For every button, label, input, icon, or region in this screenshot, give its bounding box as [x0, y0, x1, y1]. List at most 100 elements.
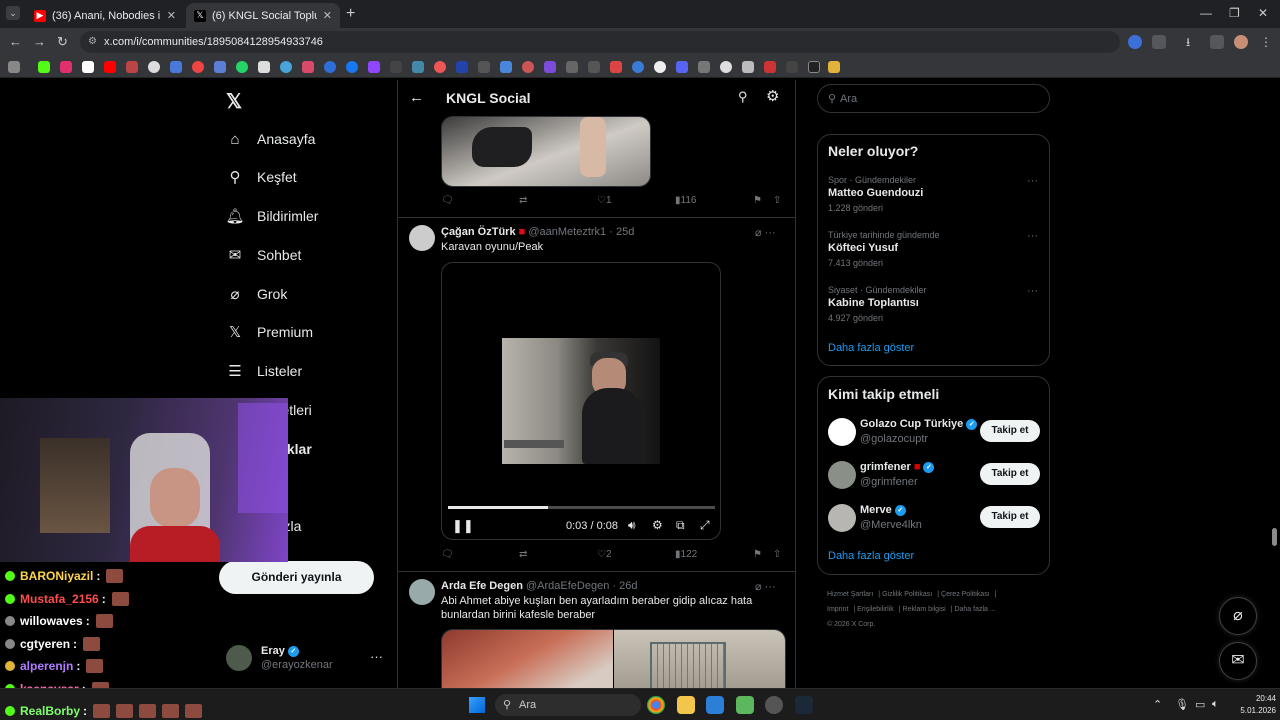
- show-more-link[interactable]: Daha fazla göster: [828, 550, 914, 562]
- author-handle[interactable]: @aanMeteztrk1: [528, 226, 606, 238]
- bookmark-icon[interactable]: [412, 61, 424, 73]
- bookmark-icon[interactable]: [258, 61, 270, 73]
- nav-explore[interactable]: ⚲ Keşfet: [226, 162, 297, 192]
- bookmark-icon[interactable]: [236, 61, 248, 73]
- fullscreen-icon[interactable]: ⤢: [700, 518, 710, 533]
- close-icon[interactable]: ✕: [323, 9, 332, 22]
- bookmark-icon[interactable]: [192, 61, 204, 73]
- media-control-icon[interactable]: [1210, 35, 1224, 49]
- bookmark-icon[interactable]: [104, 61, 116, 73]
- bookmark-icon[interactable]: [38, 61, 50, 73]
- bookmark-icon[interactable]: [786, 61, 798, 73]
- like-button[interactable]: ♡ 1: [597, 195, 612, 206]
- bookmark-icon[interactable]: [654, 61, 666, 73]
- post-image[interactable]: [441, 116, 651, 187]
- bookmark-icon[interactable]: [170, 61, 182, 73]
- address-bar[interactable]: ⚙ x.com/i/communities/189508412895493374…: [80, 31, 1120, 53]
- bookmark-icon[interactable]: [698, 61, 710, 73]
- views-button[interactable]: ▮ 122: [675, 549, 697, 560]
- follow-button[interactable]: Takip et: [980, 463, 1040, 485]
- taskbar-search[interactable]: ⚲ Ara: [495, 694, 641, 716]
- trend-name[interactable]: Matteo Guendouzi: [828, 187, 923, 199]
- minimize-icon[interactable]: —: [1200, 6, 1212, 20]
- bookmark-icon[interactable]: [522, 61, 534, 73]
- back-icon[interactable]: ←: [9, 34, 22, 49]
- post-age[interactable]: 25d: [616, 226, 634, 238]
- grok-fab-button[interactable]: ⌀: [1219, 597, 1257, 635]
- retweet-icon[interactable]: ⇄: [519, 549, 527, 560]
- window-close-icon[interactable]: ✕: [1258, 6, 1268, 20]
- search-input[interactable]: ⚲ Ara: [817, 84, 1050, 113]
- settings-icon[interactable]: ⚙: [652, 518, 663, 532]
- bookmark-icon[interactable]: [676, 61, 688, 73]
- views-button[interactable]: ▮ 116: [675, 195, 696, 206]
- speaker-icon[interactable]: 🔈︎: [1212, 698, 1219, 711]
- bookmark-icon[interactable]: [544, 61, 556, 73]
- bookmark-icon[interactable]: [390, 61, 402, 73]
- more-icon[interactable]: ···: [1027, 175, 1038, 187]
- windows-start-icon[interactable]: [469, 697, 485, 713]
- scrollbar[interactable]: [1272, 528, 1277, 546]
- bookmark-icon[interactable]: [588, 61, 600, 73]
- file-explorer-icon[interactable]: [677, 696, 695, 714]
- nav-lists[interactable]: ☰ Listeler: [226, 356, 302, 386]
- bookmark-icon[interactable]: ⚑: [753, 549, 762, 560]
- footer-link[interactable]: Reklam bilgisi: [903, 606, 946, 613]
- extensions-icon[interactable]: [1152, 35, 1166, 49]
- reload-icon[interactable]: ↻: [57, 34, 68, 50]
- gear-icon[interactable]: ⚙: [766, 87, 779, 105]
- footer-link[interactable]: Hizmet Şartları: [827, 591, 873, 598]
- bookmark-icon[interactable]: [280, 61, 292, 73]
- bookmark-icon[interactable]: [324, 61, 336, 73]
- bookmark-icon[interactable]: [742, 61, 754, 73]
- trend-name[interactable]: Köfteci Yusuf: [828, 242, 898, 254]
- close-icon[interactable]: ✕: [167, 9, 176, 22]
- app-icon[interactable]: [765, 696, 783, 714]
- pause-icon[interactable]: ❚❚: [452, 518, 474, 534]
- post-button[interactable]: Gönderi yayınla: [219, 561, 374, 594]
- reply-icon[interactable]: 🗨︎: [441, 195, 454, 206]
- post-more-icon[interactable]: ⌀ ···: [755, 226, 776, 239]
- bookmark-icon[interactable]: [346, 61, 358, 73]
- nav-grok[interactable]: ⌀ Grok: [226, 279, 287, 309]
- download-icon[interactable]: ⭳: [1186, 35, 1200, 49]
- follow-suggestion-name[interactable]: Merve ✓: [860, 504, 906, 516]
- nav-home[interactable]: ⌂ Anasayfa: [226, 124, 315, 154]
- bookmark-icon[interactable]: [456, 61, 468, 73]
- bookmark-icon[interactable]: [478, 61, 490, 73]
- trend-name[interactable]: Kabine Toplantısı: [828, 297, 919, 309]
- forward-icon[interactable]: →: [33, 34, 46, 49]
- video-player[interactable]: ❚❚ 0:03 / 0:08 🔊︎ ⚙ ⧉ ⤢: [441, 262, 721, 540]
- post-more-icon[interactable]: ⌀ ···: [755, 580, 776, 593]
- bookmark-icon[interactable]: [610, 61, 622, 73]
- search-icon[interactable]: ⚲: [738, 89, 748, 105]
- footer-link[interactable]: Çerez Politikası: [941, 591, 990, 598]
- bookmark-icon[interactable]: ⚑: [753, 195, 762, 206]
- reply-icon[interactable]: 🗨︎: [441, 549, 454, 560]
- folder-icon[interactable]: [828, 61, 840, 73]
- avatar[interactable]: [828, 504, 856, 532]
- avatar[interactable]: [409, 225, 435, 251]
- microphone-icon[interactable]: 🎙︎: [1175, 698, 1189, 711]
- footer-link[interactable]: Imprint: [827, 606, 848, 613]
- photos-icon[interactable]: [706, 696, 724, 714]
- footer-link[interactable]: Gizlilik Politikası: [882, 591, 932, 598]
- post-image[interactable]: [441, 629, 613, 688]
- messages-fab-button[interactable]: ✉: [1219, 642, 1257, 680]
- follow-button[interactable]: Takip et: [980, 506, 1040, 528]
- steam-icon[interactable]: [795, 696, 813, 714]
- new-tab-icon[interactable]: +: [346, 5, 355, 23]
- nav-premium[interactable]: 𝕏 Premium: [226, 317, 313, 347]
- profile-extension-icon[interactable]: [1128, 35, 1142, 49]
- author-name[interactable]: Çağan ÖzTürk: [441, 226, 516, 238]
- bookmark-icon[interactable]: [302, 61, 314, 73]
- restore-icon[interactable]: ❐: [1229, 6, 1240, 20]
- show-more-link[interactable]: Daha fazla göster: [828, 342, 914, 354]
- bookmark-icon[interactable]: [214, 61, 226, 73]
- retweet-icon[interactable]: ⇄: [519, 195, 527, 206]
- author-name[interactable]: Arda Efe Degen: [441, 580, 523, 592]
- bookmark-icon[interactable]: [566, 61, 578, 73]
- chrome-icon[interactable]: [647, 696, 665, 714]
- post-age[interactable]: 26d: [619, 580, 637, 592]
- avatar[interactable]: [828, 418, 856, 446]
